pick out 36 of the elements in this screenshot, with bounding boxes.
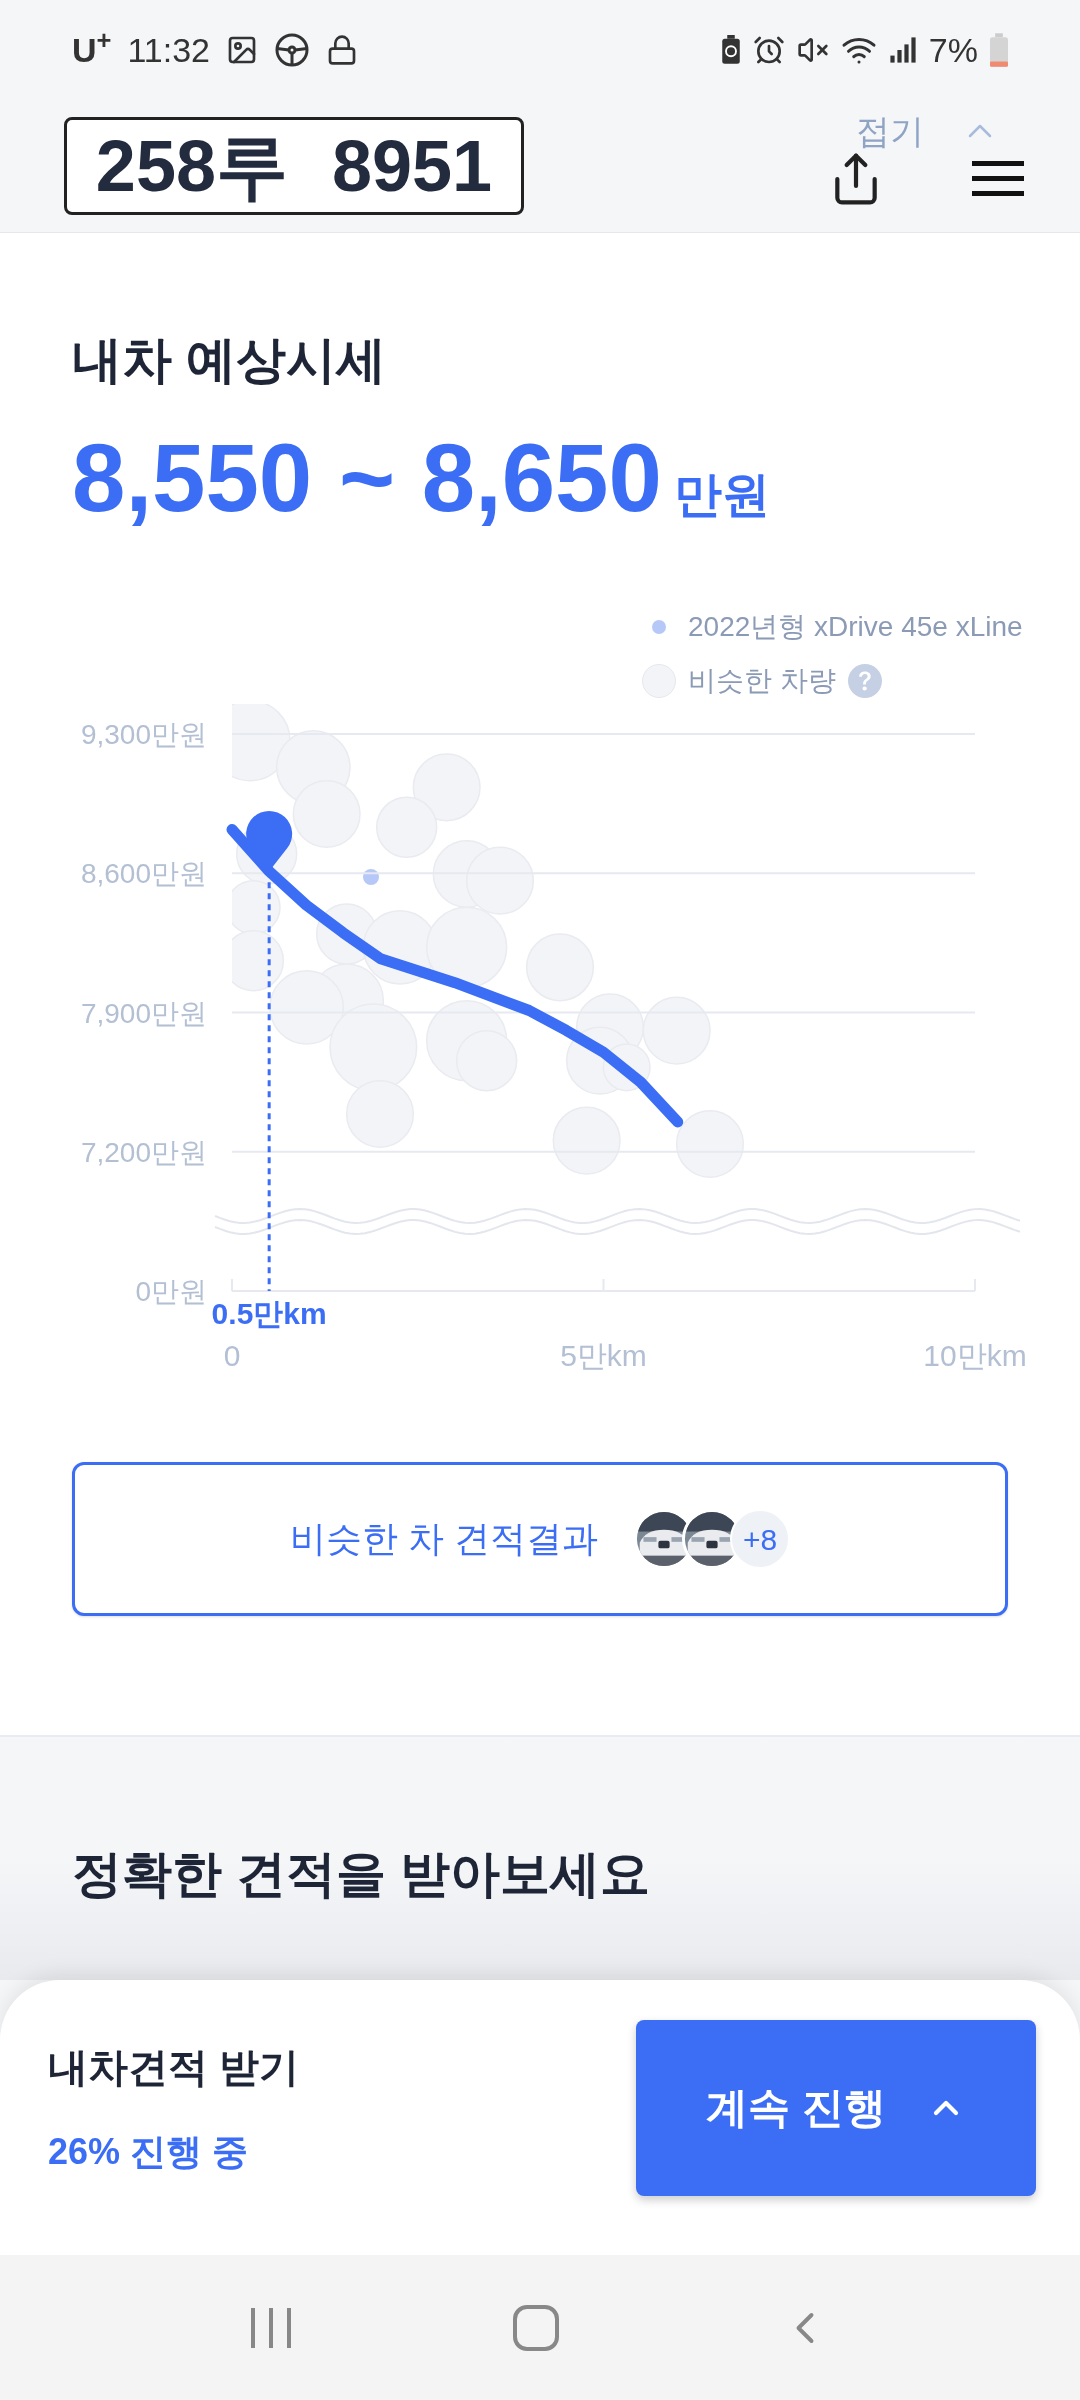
axis-break-icon <box>214 1208 1021 1235</box>
legend-bubble-icon <box>642 664 676 698</box>
home-icon[interactable] <box>512 2303 560 2352</box>
battery-saver-icon <box>720 34 741 66</box>
price-range: 8,550 ~ 8,650 <box>72 423 662 533</box>
estimate-title: 내차 예상시세 <box>72 331 387 390</box>
y-axis-label: 7,900만원 <box>80 997 207 1029</box>
license-plate: 258루 8951 <box>64 117 524 215</box>
similar-results-button[interactable]: 비슷한 차 견적결과 +8 <box>72 1462 1008 1616</box>
x-axis-label: 10만km <box>923 1339 1027 1372</box>
legend-label: 2022년형 xDrive 45e xLine <box>688 610 1023 644</box>
y-axis-label: 9,300만원 <box>80 719 207 750</box>
alarm-icon <box>752 34 785 66</box>
steering-wheel-icon <box>274 32 311 68</box>
carrier-label: U$^{+}$ <box>72 24 112 71</box>
menu-icon[interactable] <box>972 160 1024 197</box>
battery-icon <box>990 33 1008 67</box>
battery-percent: 7% <box>928 29 978 71</box>
y-axis-label: 7,200만원 <box>80 1136 207 1168</box>
y-axis-label: 8,600만원 <box>80 858 207 890</box>
x-axis-label: 0 <box>223 1339 241 1372</box>
continue-button[interactable]: 계속 진행 <box>636 2019 1036 2196</box>
section-title: 정확한 견적을 받아보세요 <box>72 1845 651 1904</box>
y-axis-label: 0만원 <box>135 1276 207 1307</box>
clock: 11:32 <box>127 29 211 71</box>
marker-label: 0.5만km <box>211 1297 327 1330</box>
recent-apps-icon[interactable] <box>249 2305 294 2350</box>
signal-icon <box>888 36 917 64</box>
price-unit: 만원 <box>673 467 770 523</box>
collapse-label[interactable]: 접기 <box>856 105 924 157</box>
progress-status: 26% 진행 중 <box>48 2129 250 2174</box>
x-axis-label: 5만km <box>560 1339 647 1372</box>
legend-label: 비슷한 차량 <box>688 664 836 698</box>
sheet-title: 내차견적 받기 <box>48 2043 300 2091</box>
vehicle-point <box>363 869 379 885</box>
more-count: +8 <box>730 1509 790 1569</box>
